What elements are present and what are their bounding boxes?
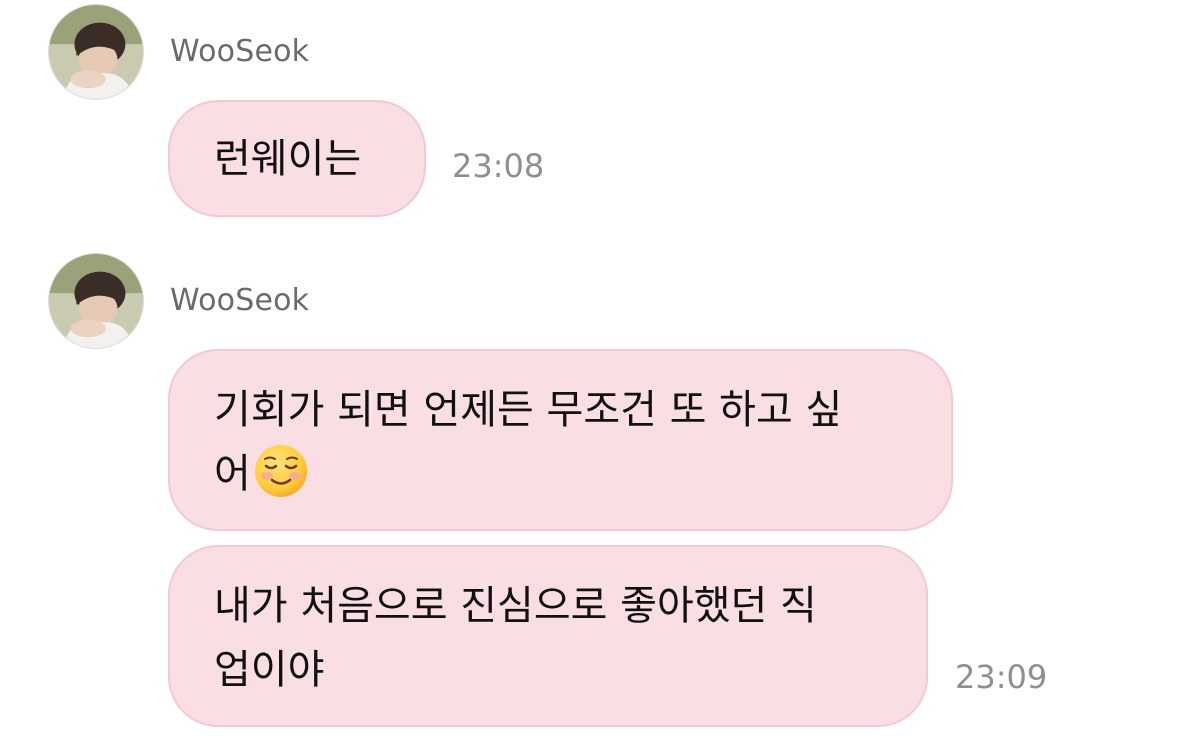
message-text: 업이야 (214, 647, 325, 693)
smiling-face-emoji (254, 445, 307, 497)
message-text-line2: 어 (214, 442, 951, 506)
avatar[interactable] (48, 4, 144, 100)
message-bubble[interactable]: 기회가 되면 언제든 무조건 또 하고 싶 어 (168, 349, 953, 531)
message-bubble[interactable]: 런웨이는 (168, 100, 426, 217)
avatar-photo (49, 5, 143, 99)
message-text: 내가 처음으로 진심으로 좋아했던 직 (214, 583, 817, 629)
avatar[interactable] (48, 253, 144, 349)
message-bubble[interactable]: 내가 처음으로 진심으로 좋아했던 직 업이야 (168, 545, 928, 727)
message-text: 기회가 되면 언제든 무조건 또 하고 싶 (214, 387, 843, 433)
sender-name: WooSeok (170, 283, 310, 318)
message-timestamp: 23:08 (452, 147, 545, 185)
message-text: 런웨이는 (214, 136, 362, 182)
message-text: 어 (214, 451, 251, 497)
sender-name: WooSeok (170, 34, 310, 69)
message-timestamp: 23:09 (955, 658, 1048, 696)
avatar-photo (49, 254, 143, 348)
